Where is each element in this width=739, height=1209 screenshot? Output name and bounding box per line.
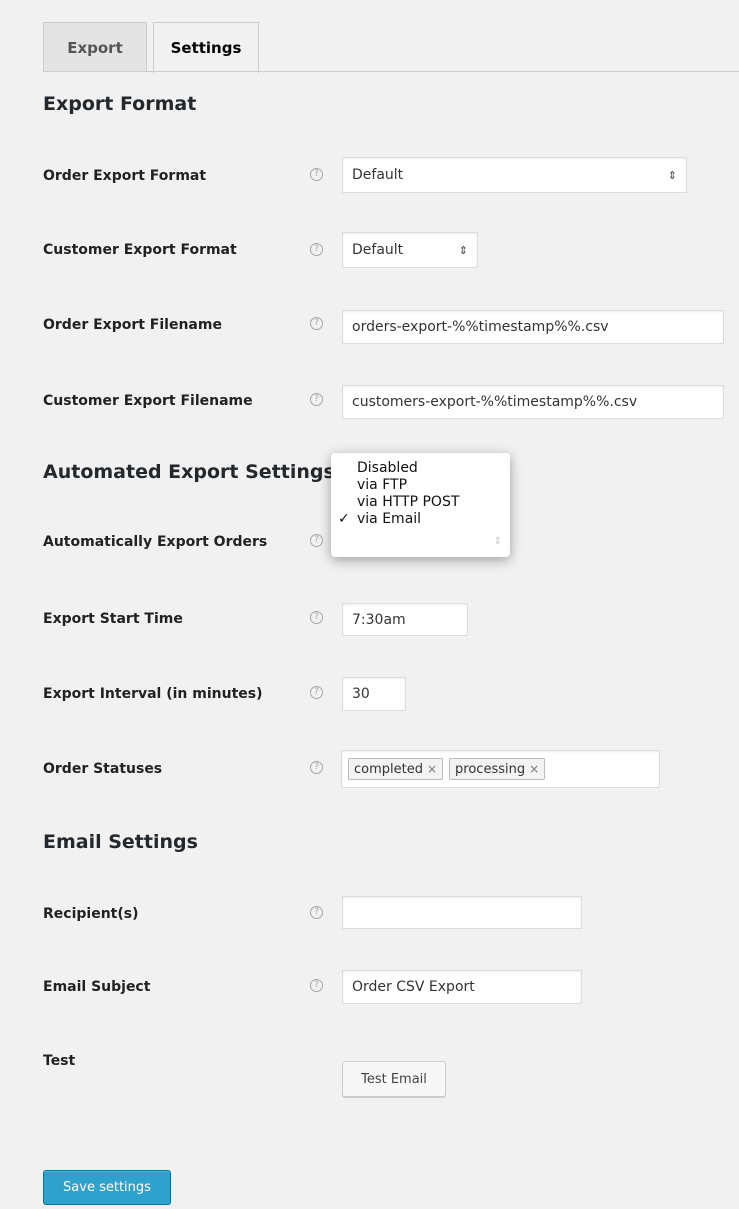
remove-icon[interactable]: × <box>529 762 539 776</box>
recipients-input[interactable] <box>342 896 582 929</box>
auto-export-dropdown-menu[interactable]: Disabled via FTP via HTTP POST ✓ via Ema… <box>331 453 510 557</box>
input-value: Order CSV Export <box>352 979 475 995</box>
input-value: orders-export-%%timestamp%%.csv <box>352 319 609 335</box>
section-title-automated-export: Automated Export Settings <box>43 461 335 483</box>
check-icon: ✓ <box>338 511 350 527</box>
section-title-export-format: Export Format <box>43 93 197 115</box>
help-icon[interactable]: ? <box>310 393 323 406</box>
help-icon[interactable]: ? <box>310 906 323 919</box>
order-export-filename-input[interactable]: orders-export-%%timestamp%%.csv <box>342 310 724 344</box>
order-statuses-multiselect[interactable]: completed × processing × <box>341 750 660 788</box>
tab-divider <box>43 71 739 72</box>
save-settings-button[interactable]: Save settings <box>43 1170 171 1205</box>
help-icon[interactable]: ? <box>310 611 323 624</box>
export-start-time-input[interactable]: 7:30am <box>342 603 468 636</box>
label-order-statuses: Order Statuses <box>43 761 163 777</box>
tab-settings[interactable]: Settings <box>153 22 259 73</box>
input-value: customers-export-%%timestamp%%.csv <box>352 394 638 410</box>
updown-icon: ⇕ <box>458 243 468 257</box>
section-title-email-settings: Email Settings <box>43 831 198 853</box>
label-recipients: Recipient(s) <box>43 906 139 922</box>
label-export-start-time: Export Start Time <box>43 611 183 627</box>
label-customer-export-filename: Customer Export Filename <box>43 393 253 409</box>
remove-icon[interactable]: × <box>427 762 437 776</box>
option-via-email[interactable]: ✓ via Email <box>331 508 510 531</box>
label-automatically-export-orders: Automatically Export Orders <box>43 534 268 550</box>
updown-icon: ⇕ <box>667 168 677 182</box>
export-interval-input[interactable]: 30 <box>342 677 406 711</box>
updown-icon: ⇕ <box>493 536 502 547</box>
help-icon[interactable]: ? <box>310 686 323 699</box>
label-email-subject: Email Subject <box>43 979 151 995</box>
status-tag: completed × <box>348 758 444 780</box>
label-order-export-filename: Order Export Filename <box>43 317 222 333</box>
customer-export-format-select[interactable]: Default ⇕ <box>342 232 478 268</box>
help-icon[interactable]: ? <box>310 761 323 774</box>
tab-export[interactable]: Export <box>43 22 147 72</box>
select-value: Default <box>352 167 404 183</box>
email-subject-input[interactable]: Order CSV Export <box>342 970 582 1004</box>
help-icon[interactable]: ? <box>310 317 323 330</box>
help-icon[interactable]: ? <box>310 168 323 181</box>
select-value: Default <box>352 242 404 258</box>
test-email-button[interactable]: Test Email <box>342 1061 446 1097</box>
input-value: 7:30am <box>352 611 406 628</box>
label-customer-export-format: Customer Export Format <box>43 242 237 258</box>
customer-export-filename-input[interactable]: customers-export-%%timestamp%%.csv <box>342 385 724 419</box>
help-icon[interactable]: ? <box>310 243 323 256</box>
input-value: 30 <box>352 686 370 702</box>
label-order-export-format: Order Export Format <box>43 168 207 184</box>
order-export-format-select[interactable]: Default ⇕ <box>342 157 687 193</box>
settings-panel: Export Settings Export Format Order Expo… <box>18 0 739 1209</box>
label-export-interval: Export Interval (in minutes) <box>43 686 263 702</box>
label-test: Test <box>43 1053 76 1069</box>
status-tag: processing × <box>449 758 546 780</box>
help-icon[interactable]: ? <box>310 534 323 547</box>
help-icon[interactable]: ? <box>310 979 323 992</box>
